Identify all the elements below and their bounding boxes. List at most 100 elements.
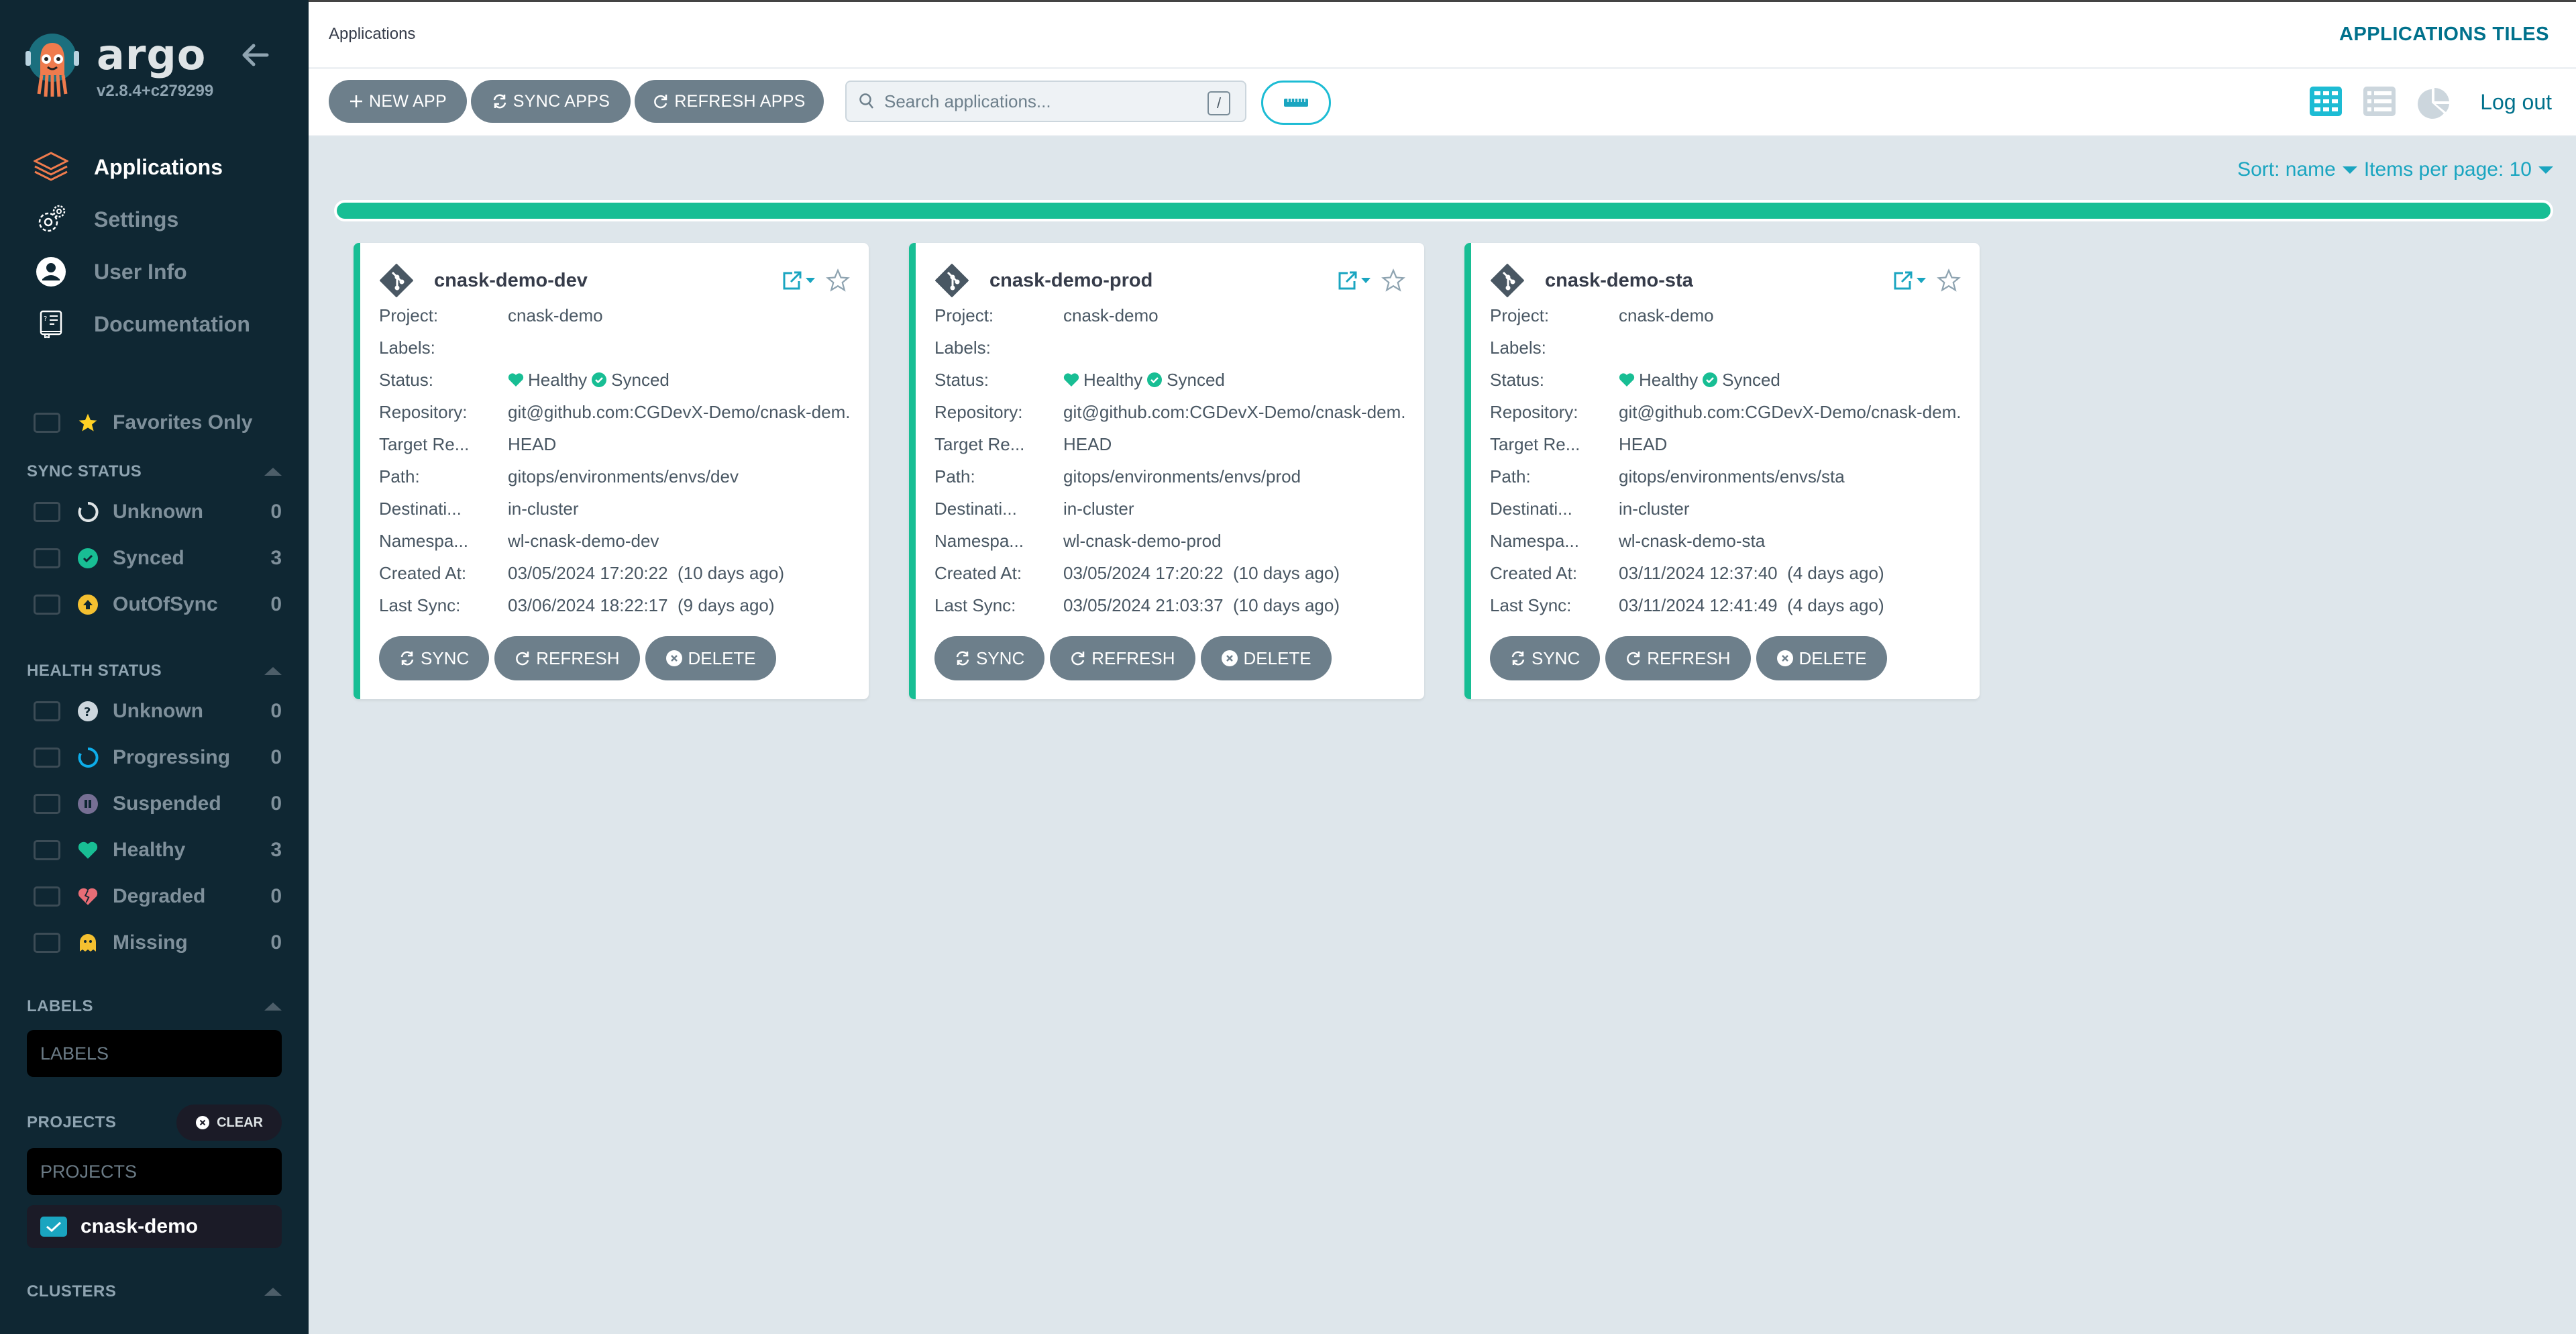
- delete-button[interactable]: DELETE: [645, 636, 776, 680]
- sort-dropdown[interactable]: Sort: name: [2237, 158, 2336, 181]
- sync-apps-button[interactable]: SYNC APPS: [471, 80, 631, 123]
- last-sync-row: Last Sync: 03/06/2024 18:22:17 (9 days ag…: [379, 589, 850, 621]
- clear-projects-button[interactable]: CLEAR: [176, 1105, 282, 1141]
- last-sync-row: Last Sync: 03/05/2024 21:03:37 (10 days a…: [934, 589, 1405, 621]
- refresh-icon: [1627, 652, 1640, 666]
- svg-text:?: ?: [84, 705, 91, 719]
- filter-checkbox[interactable]: [34, 501, 60, 522]
- sync-icon: [1511, 651, 1525, 666]
- filters-panel: Favorites Only SYNC STATUS Unknown 0 Syn…: [27, 403, 282, 1309]
- created-at-row: Created At: 03/05/2024 17:20:22 (10 days …: [934, 557, 1405, 589]
- new-app-button[interactable]: NEW APP: [329, 80, 467, 123]
- filter-health-healthy[interactable]: Healthy 3: [27, 827, 282, 873]
- delete-button[interactable]: DELETE: [1756, 636, 1887, 680]
- favorite-star-icon[interactable]: [826, 268, 850, 293]
- filter-checkbox[interactable]: [34, 886, 60, 907]
- filter-health-suspended[interactable]: Suspended 0: [27, 780, 282, 827]
- sidebar-item-label: Applications: [94, 154, 223, 179]
- labels-filter-input[interactable]: LABELS: [27, 1030, 282, 1077]
- destination-row: Destinati... in-cluster: [934, 493, 1405, 525]
- collapse-caret-icon[interactable]: [264, 468, 282, 476]
- refresh-button[interactable]: REFRESH: [494, 636, 640, 680]
- list-view-icon[interactable]: [2363, 87, 2396, 117]
- favorite-star-icon[interactable]: [1937, 268, 1961, 293]
- tiles-view-icon[interactable]: [2310, 87, 2343, 117]
- project-row: Project: cnask-demo: [934, 299, 1405, 331]
- filter-label: Synced: [113, 546, 184, 569]
- items-per-page-dropdown[interactable]: Items per page: 10: [2364, 158, 2532, 181]
- filter-health-progressing[interactable]: Progressing 0: [27, 734, 282, 780]
- filter-health-missing[interactable]: Missing 0: [27, 919, 282, 966]
- filter-checkbox[interactable]: [34, 932, 60, 953]
- collapse-caret-icon[interactable]: [264, 667, 282, 675]
- destination-value: in-cluster: [508, 498, 579, 519]
- target-revision-row: Target Re... HEAD: [1490, 428, 1961, 460]
- project-value: cnask-demo: [508, 305, 603, 325]
- projects-filter-input[interactable]: PROJECTS: [27, 1148, 282, 1195]
- filter-count: 0: [270, 931, 282, 954]
- filter-sync-unknown[interactable]: Unknown 0: [27, 489, 282, 535]
- app-name[interactable]: cnask-demo-dev: [434, 270, 782, 292]
- chevron-down-icon[interactable]: [2538, 166, 2553, 174]
- filter-sync-outofsync[interactable]: OutOfSync 0: [27, 581, 282, 627]
- filter-checkbox[interactable]: [34, 747, 60, 768]
- last-sync-value: 03/06/2024 18:22:17 (9 days ago): [508, 595, 775, 615]
- search-input[interactable]: [884, 91, 1193, 112]
- sidebar-item-settings[interactable]: Settings: [0, 193, 309, 246]
- check-circle-icon: [592, 372, 607, 387]
- app-name[interactable]: cnask-demo-sta: [1545, 270, 1892, 292]
- sidebar-item-user-info[interactable]: User Info: [0, 246, 309, 298]
- search-box: /: [845, 81, 1246, 122]
- app-name[interactable]: cnask-demo-prod: [989, 270, 1337, 292]
- logout-link[interactable]: Log out: [2480, 90, 2552, 115]
- filter-count: 0: [270, 792, 282, 815]
- refresh-apps-button[interactable]: REFRESH APPS: [635, 80, 824, 123]
- collapse-caret-icon[interactable]: [264, 1288, 282, 1296]
- favorites-only-filter[interactable]: Favorites Only: [27, 403, 282, 443]
- external-link-icon[interactable]: [782, 270, 816, 291]
- filter-checkbox[interactable]: [34, 701, 60, 721]
- delete-button[interactable]: DELETE: [1200, 636, 1332, 680]
- collapse-sidebar-button[interactable]: [240, 42, 270, 68]
- filter-checkbox[interactable]: [34, 793, 60, 814]
- svg-text:?: ?: [44, 315, 47, 323]
- circle-notch-icon: [76, 501, 99, 523]
- sync-button[interactable]: SYNC: [379, 636, 490, 680]
- filter-checkbox[interactable]: [34, 594, 60, 615]
- favorites-checkbox[interactable]: [34, 413, 60, 433]
- filter-checkbox[interactable]: [34, 839, 60, 860]
- refresh-button[interactable]: REFRESH: [1050, 636, 1195, 680]
- refresh-button[interactable]: REFRESH: [1605, 636, 1751, 680]
- argo-logo-icon: [25, 34, 79, 98]
- filter-toggle-button[interactable]: [1261, 81, 1331, 125]
- sidebar-item-applications[interactable]: Applications: [0, 141, 309, 193]
- project-filter-item[interactable]: cnask-demo: [27, 1205, 282, 1248]
- heart-icon: [1063, 373, 1079, 387]
- external-link-icon[interactable]: [1337, 270, 1372, 291]
- chevron-down-icon[interactable]: [2342, 166, 2357, 174]
- sync-button[interactable]: SYNC: [934, 636, 1045, 680]
- filter-health-unknown[interactable]: ? Unknown 0: [27, 688, 282, 734]
- project-checkbox[interactable]: [40, 1217, 67, 1237]
- breadcrumb[interactable]: Applications: [329, 25, 415, 44]
- git-icon: [935, 264, 969, 297]
- filter-checkbox[interactable]: [34, 548, 60, 568]
- created-at-row: Created At: 03/05/2024 17:20:22 (10 days …: [379, 557, 850, 589]
- close-circle-icon: [1776, 650, 1793, 666]
- filter-label: Degraded: [113, 884, 206, 907]
- app-tile[interactable]: cnask-demo-prod Project: cnask-demo Label…: [909, 243, 1424, 699]
- app-tile[interactable]: cnask-demo-dev Project: cnask-demo Labels…: [354, 243, 869, 699]
- destination-row: Destinati... in-cluster: [1490, 493, 1961, 525]
- sidebar-item-documentation[interactable]: ? Documentation: [0, 298, 309, 350]
- collapse-caret-icon[interactable]: [264, 1003, 282, 1011]
- filter-sync-synced[interactable]: Synced 3: [27, 535, 282, 581]
- new-app-label: NEW APP: [368, 91, 447, 111]
- filter-health-degraded[interactable]: Degraded 0: [27, 873, 282, 919]
- summary-view-icon[interactable]: [2417, 87, 2450, 119]
- app-tile[interactable]: cnask-demo-sta Project: cnask-demo Labels…: [1464, 243, 1980, 699]
- sync-icon: [400, 651, 414, 666]
- sync-button[interactable]: SYNC: [1490, 636, 1601, 680]
- favorite-star-icon[interactable]: [1381, 268, 1405, 293]
- path-value: gitops/environments/envs/prod: [1063, 466, 1301, 486]
- external-link-icon[interactable]: [1892, 270, 1927, 291]
